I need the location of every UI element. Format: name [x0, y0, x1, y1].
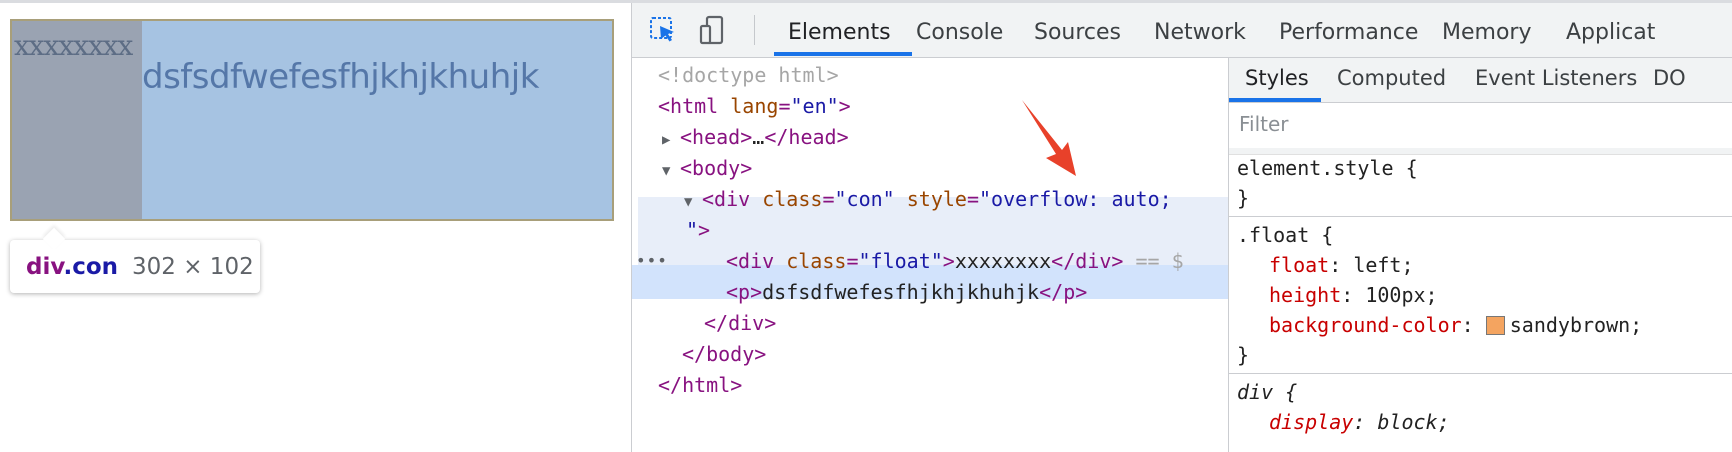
element-tooltip: div.con 302 × 102	[10, 227, 260, 293]
dom-line-body-close[interactable]: </body>	[632, 337, 1228, 371]
toolbar-separator	[754, 15, 755, 45]
prop-float[interactable]: float: left;	[1269, 253, 1414, 277]
tooltip-class: .con	[63, 254, 119, 280]
dom-line-div-float[interactable]: ••• <div class="float">xxxxxxxx</div> ==…	[632, 244, 1228, 278]
more-options-icon[interactable]: •••	[636, 244, 668, 278]
tooltip-tag: div	[26, 254, 64, 280]
rule-separator	[1229, 216, 1732, 217]
dom-line-div-con[interactable]: ▼ <div class="con" style="overflow: auto;	[632, 182, 1228, 216]
page-viewport: xxxxxxxx dsfsdfwefesfhjkhjkhuhjk div.con…	[0, 3, 631, 452]
selected-marker: == $	[1135, 249, 1184, 273]
tab-elements[interactable]: Elements	[788, 20, 891, 45]
inspect-element-icon[interactable]	[648, 15, 678, 45]
float-div-text: xxxxxxxx	[14, 29, 133, 62]
dom-line-head[interactable]: ▶ <head>…</head>	[632, 120, 1228, 154]
tab-memory[interactable]: Memory	[1442, 20, 1531, 45]
float-div[interactable]: xxxxxxxx	[12, 21, 142, 219]
rule-separator	[1229, 373, 1732, 374]
styles-tabbar: Styles Computed Event Listeners DO	[1229, 58, 1732, 103]
dom-line-body[interactable]: ▼ <body>	[632, 151, 1228, 185]
tab-computed[interactable]: Computed	[1337, 66, 1446, 90]
tab-dom-breakpoints[interactable]: DO	[1653, 66, 1686, 90]
tab-event-listeners[interactable]: Event Listeners	[1475, 66, 1637, 90]
tab-network[interactable]: Network	[1154, 20, 1246, 45]
tooltip-size: 302 × 102	[132, 254, 254, 280]
tab-application[interactable]: Applicat	[1566, 20, 1655, 45]
prop-display[interactable]: display: block;	[1269, 410, 1450, 434]
dom-line-html[interactable]: <html lang="en">	[632, 89, 1228, 123]
styles-active-indicator	[1229, 98, 1321, 102]
devtools-panel: Elements Console Sources Network Perform…	[631, 3, 1732, 452]
paragraph-text: dsfsdfwefesfhjkhjkhuhjk	[142, 57, 539, 97]
tab-sources[interactable]: Sources	[1034, 20, 1121, 45]
highlighted-div-con[interactable]: xxxxxxxx dsfsdfwefesfhjkhjkhuhjk	[10, 19, 614, 221]
filter-divider	[1229, 148, 1732, 155]
rule-element-style[interactable]: element.style {	[1237, 156, 1418, 180]
device-toolbar-icon[interactable]	[698, 15, 728, 45]
prop-background-color[interactable]: background-color: sandybrown;	[1269, 313, 1642, 337]
styles-pane: Styles Computed Event Listeners DO Filte…	[1229, 58, 1732, 452]
styles-filter-input[interactable]: Filter	[1239, 112, 1289, 136]
dom-line-html-close[interactable]: </html>	[632, 368, 1228, 402]
dom-line-doctype[interactable]: <!doctype html>	[632, 58, 1228, 92]
tab-performance[interactable]: Performance	[1279, 20, 1418, 45]
tab-styles[interactable]: Styles	[1245, 66, 1309, 90]
color-swatch[interactable]	[1485, 316, 1505, 335]
red-arrow-annotation	[1022, 100, 1076, 176]
dom-line-div-con-cont[interactable]: ">	[632, 213, 1228, 247]
dom-line-p[interactable]: <p>dsfsdfwefesfhjkhjkhuhjk</p>	[632, 275, 1228, 309]
devtools-toolbar: Elements Console Sources Network Perform…	[632, 3, 1732, 58]
tab-console[interactable]: Console	[916, 20, 1003, 45]
dom-line-div-close[interactable]: </div>	[632, 306, 1228, 340]
rule-div-selector[interactable]: div {	[1237, 380, 1297, 404]
rule-element-style-close: }	[1237, 186, 1250, 210]
rule-float-close: }	[1237, 343, 1250, 367]
elements-tree: <!doctype html> <html lang="en"> ▶ <head>…	[632, 58, 1228, 452]
tooltip-arrow	[42, 227, 66, 251]
rule-float-selector[interactable]: .float {	[1237, 223, 1333, 247]
active-tab-indicator	[774, 52, 912, 56]
prop-height[interactable]: height: 100px;	[1269, 283, 1438, 307]
